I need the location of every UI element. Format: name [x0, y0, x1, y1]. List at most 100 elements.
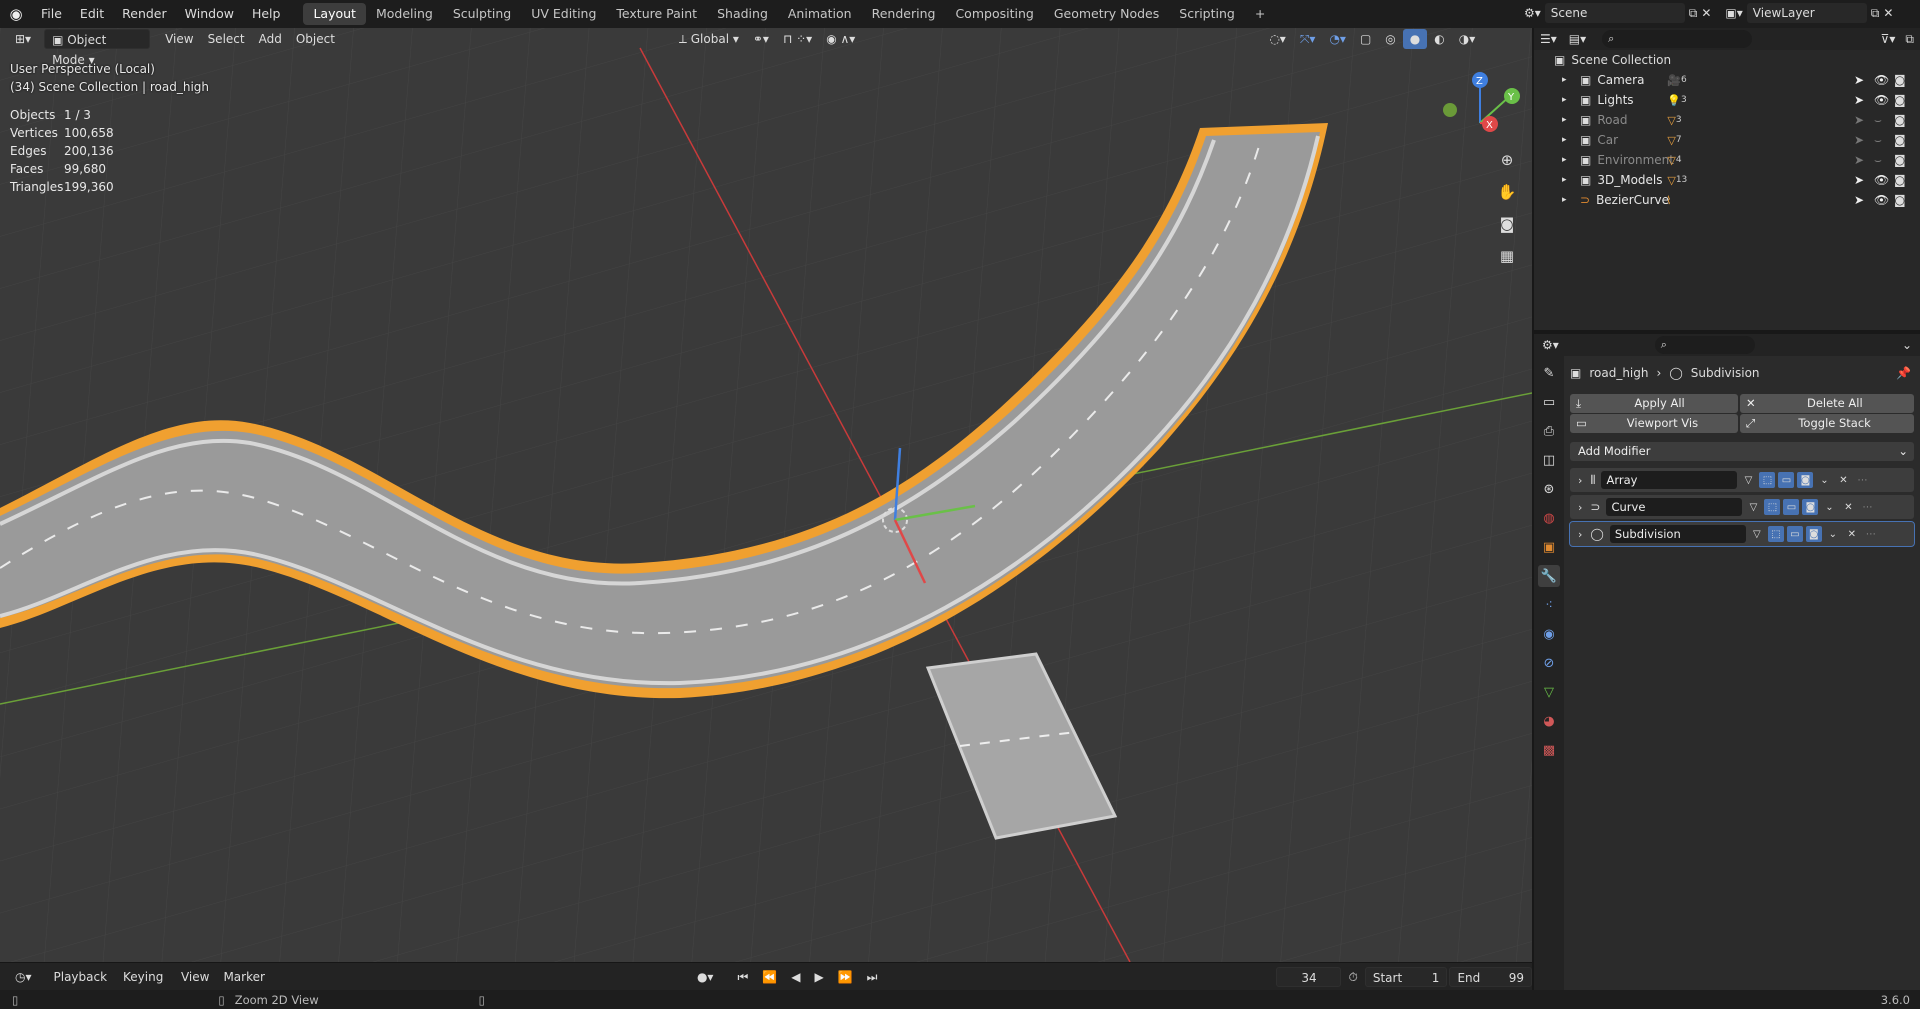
- cage-icon[interactable]: ⬚: [1767, 526, 1784, 542]
- tab-scripting[interactable]: Scripting: [1169, 3, 1245, 25]
- xray-icon[interactable]: ▢: [1353, 29, 1378, 49]
- editor-type-icon[interactable]: ⊞▾: [8, 29, 38, 49]
- viewport-vis-button[interactable]: ▭ Viewport Vis: [1570, 414, 1738, 433]
- texture-tab-icon[interactable]: ▩: [1538, 739, 1560, 761]
- eye-icon[interactable]: ⌣: [1874, 133, 1882, 148]
- viewlayer-field[interactable]: ViewLayer: [1746, 3, 1867, 23]
- menu-render[interactable]: Render: [113, 0, 176, 28]
- play-reverse-icon[interactable]: ◀: [784, 967, 807, 987]
- expand-arrow-icon[interactable]: ▸: [1562, 155, 1574, 165]
- solid-shading-icon[interactable]: ●: [1402, 29, 1428, 49]
- pivot-icon[interactable]: ⚭▾: [746, 29, 776, 49]
- select-arrow-icon[interactable]: ➤: [1854, 73, 1864, 87]
- render-tab-icon[interactable]: ▭: [1538, 391, 1560, 413]
- menu-file[interactable]: File: [32, 0, 71, 28]
- render-toggle-icon[interactable]: ◙: [1797, 472, 1814, 488]
- current-frame-field[interactable]: 34: [1276, 966, 1342, 987]
- modifier-name-field[interactable]: Array: [1601, 471, 1738, 489]
- material-shading-icon[interactable]: ◐: [1427, 29, 1451, 49]
- modifier-panel[interactable]: › ⫴ Array ▽ ⬚ ▭ ◙ ⌄ ✕ ⋯: [1570, 468, 1914, 492]
- timeline-view[interactable]: View: [174, 967, 216, 987]
- outliner-row[interactable]: ▸ ▣ Road ▽ 3 ➤ ⌣ ◙: [1534, 110, 1920, 130]
- world-tab-icon[interactable]: ◍: [1538, 507, 1560, 529]
- overlay-toggle-icon[interactable]: ◔▾: [1322, 29, 1353, 49]
- render-toggle-icon[interactable]: ◙: [1802, 499, 1819, 515]
- tab-uv-editing[interactable]: UV Editing: [521, 3, 606, 25]
- drag-handle-icon[interactable]: ⋯: [1859, 499, 1875, 515]
- expand-chevron-icon[interactable]: ›: [1578, 474, 1582, 487]
- start-frame-field[interactable]: Start 1: [1364, 966, 1448, 987]
- outliner-row[interactable]: ▸ ▣ Lights 💡 3 ➤ 👁 ◙: [1534, 90, 1920, 110]
- 3d-viewport[interactable]: Z Y X ⊞▾ ▣ Object Mode ▾ View Select Add…: [0, 28, 1532, 962]
- pin-icon[interactable]: 📌: [1896, 366, 1911, 380]
- realtime-display-icon[interactable]: ▭: [1786, 526, 1803, 542]
- tab-texture-paint[interactable]: Texture Paint: [606, 3, 707, 25]
- orientation-dropdown[interactable]: ⟂ Global ▾: [672, 29, 746, 49]
- select-arrow-icon[interactable]: ➤: [1854, 93, 1864, 107]
- select-arrow-icon[interactable]: ➤: [1854, 193, 1864, 207]
- render-camera-icon[interactable]: ◙: [1894, 113, 1906, 127]
- outliner-row[interactable]: ▸ ▣ Camera 🎥 6 ➤ 👁 ◙: [1534, 70, 1920, 90]
- edit-mode-icon[interactable]: ▽: [1749, 526, 1765, 542]
- close-viewlayer-icon[interactable]: ✕: [1883, 6, 1893, 20]
- scene-icon[interactable]: ⚙▾: [1524, 6, 1541, 20]
- menu-window[interactable]: Window: [176, 0, 243, 28]
- timeline-marker[interactable]: Marker: [216, 967, 271, 987]
- wireframe-shading-icon[interactable]: ◎: [1378, 29, 1402, 49]
- cage-icon[interactable]: ⬚: [1759, 472, 1776, 488]
- modifier-menu-chevron-icon[interactable]: ⌄: [1825, 526, 1841, 542]
- timeline-keying[interactable]: Keying ▾: [116, 967, 174, 1004]
- timeline-editor-icon[interactable]: ◷▾: [8, 967, 39, 987]
- end-frame-field[interactable]: End 99: [1449, 966, 1533, 987]
- menu-object[interactable]: Object: [289, 29, 342, 49]
- particles-tab-icon[interactable]: ⁖: [1538, 594, 1560, 616]
- close-scene-icon[interactable]: ✕: [1701, 6, 1711, 20]
- tab-geometry-nodes[interactable]: Geometry Nodes: [1044, 3, 1169, 25]
- outliner-editor-icon[interactable]: ☰▾: [1540, 32, 1557, 46]
- expand-arrow-icon[interactable]: ▸: [1562, 195, 1574, 205]
- modifier-menu-chevron-icon[interactable]: ⌄: [1816, 472, 1832, 488]
- properties-options-icon[interactable]: ⌄: [1902, 338, 1912, 352]
- eye-icon[interactable]: 👁: [1874, 73, 1889, 87]
- tab-animation[interactable]: Animation: [778, 3, 862, 25]
- expand-arrow-icon[interactable]: ▸: [1562, 95, 1574, 105]
- snap-icon[interactable]: ⊓ ⁘▾: [776, 29, 819, 49]
- tab-shading[interactable]: Shading: [707, 3, 778, 25]
- outliner-row[interactable]: ▸ ▣ Environment ▽ 4 ➤ ⌣ ◙: [1534, 150, 1920, 170]
- filter-icon[interactable]: ⊽▾: [1881, 32, 1896, 46]
- record-icon[interactable]: ●▾: [690, 967, 721, 987]
- visibility-icon[interactable]: ◌▾: [1262, 29, 1293, 49]
- eye-icon[interactable]: 👁: [1874, 193, 1889, 207]
- cage-icon[interactable]: ⬚: [1764, 499, 1781, 515]
- outliner-row[interactable]: ▸ ⊃ BezierCurve ⌇ ➤ 👁 ◙: [1534, 190, 1920, 210]
- object-tab-icon[interactable]: ▣: [1538, 536, 1560, 558]
- tab-modeling[interactable]: Modeling: [366, 3, 443, 25]
- modifier-name-field[interactable]: Subdivision: [1609, 525, 1746, 543]
- select-arrow-icon[interactable]: ➤: [1854, 173, 1864, 187]
- viewlayer-icon[interactable]: ▣▾: [1725, 6, 1742, 20]
- tab-compositing[interactable]: Compositing: [945, 3, 1043, 25]
- eye-icon[interactable]: 👁: [1874, 173, 1889, 187]
- prev-keyframe-icon[interactable]: ⏪: [755, 967, 784, 987]
- expand-arrow-icon[interactable]: ▸: [1562, 115, 1574, 125]
- blender-logo-icon[interactable]: ◉: [0, 5, 32, 23]
- copy-scene-icon[interactable]: ⧉: [1689, 6, 1698, 21]
- select-arrow-icon[interactable]: ➤: [1854, 133, 1864, 147]
- remove-modifier-icon[interactable]: ✕: [1844, 526, 1860, 542]
- menu-select[interactable]: Select: [201, 29, 252, 49]
- properties-editor-icon[interactable]: ⚙▾: [1542, 338, 1559, 352]
- timeline-playback[interactable]: Playback ▾: [47, 967, 117, 1004]
- camera-view-icon[interactable]: ◙: [1494, 212, 1520, 236]
- remove-modifier-icon[interactable]: ✕: [1835, 472, 1851, 488]
- render-camera-icon[interactable]: ◙: [1894, 173, 1906, 187]
- add-workspace-button[interactable]: +: [1245, 3, 1275, 25]
- expand-chevron-icon[interactable]: ›: [1578, 528, 1582, 541]
- properties-search-input[interactable]: ⌕: [1654, 336, 1755, 354]
- modifier-panel[interactable]: › ◯ Subdivision ▽ ⬚ ▭ ◙ ⌄ ✕ ⋯: [1569, 521, 1915, 547]
- menu-edit[interactable]: Edit: [71, 0, 113, 28]
- new-collection-icon[interactable]: ⧉: [1905, 32, 1914, 47]
- select-arrow-icon[interactable]: ➤: [1854, 113, 1864, 127]
- mode-dropdown[interactable]: ▣ Object Mode ▾: [44, 29, 151, 67]
- expand-arrow-icon[interactable]: ▸: [1562, 135, 1574, 145]
- expand-arrow-icon[interactable]: ▸: [1562, 75, 1574, 85]
